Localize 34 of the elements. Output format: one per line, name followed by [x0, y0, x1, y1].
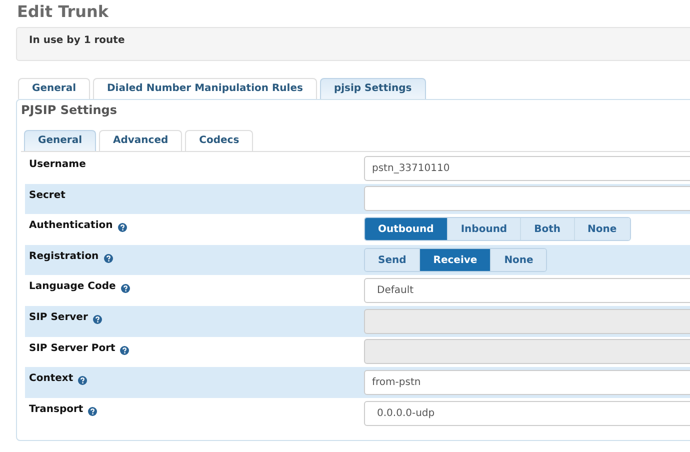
field-label: Transport	[29, 404, 84, 415]
help-icon[interactable]	[88, 406, 98, 416]
toggle-option[interactable]: Inbound	[446, 218, 520, 240]
dropdown[interactable]: 0.0.0.0-udp	[364, 400, 690, 426]
text-field[interactable]: pstn_33710110	[364, 156, 690, 181]
field-label: Language Code	[29, 281, 116, 292]
text-field[interactable]: from-pstn	[364, 370, 690, 395]
field-label: Authentication	[29, 220, 113, 232]
help-icon[interactable]	[104, 254, 113, 263]
field-label: SIP Server	[29, 312, 88, 323]
text-field[interactable]	[364, 186, 690, 212]
info-message: In use by 1 route	[16, 27, 690, 61]
field-label: Context	[29, 373, 74, 384]
field-label: Secret	[29, 190, 66, 201]
field-label: SIP Server Port	[29, 342, 116, 354]
toggle-option[interactable]: Outbound	[365, 218, 447, 240]
toggle-option[interactable]: None	[490, 249, 546, 272]
dropdown[interactable]: Default	[364, 278, 690, 304]
help-icon[interactable]	[120, 284, 130, 294]
field-label: Username	[29, 159, 86, 170]
subtab[interactable]: General	[24, 130, 96, 151]
subtab[interactable]: Advanced	[99, 130, 182, 151]
tab[interactable]: pjsip Settings	[320, 78, 426, 99]
subtab[interactable]: Codecs	[185, 130, 254, 151]
tab[interactable]: Dialed Number Manipulation Rules	[93, 78, 317, 99]
help-icon[interactable]	[118, 223, 127, 232]
field-label: Registration	[29, 250, 99, 262]
help-icon[interactable]	[78, 376, 88, 386]
section-title: PJSIP Settings	[21, 103, 118, 119]
toggle-option[interactable]: Both	[520, 218, 574, 240]
page-title: Edit Trunk	[16, 1, 110, 23]
tab[interactable]: General	[18, 78, 90, 99]
toggle-option[interactable]: Receive	[419, 249, 490, 272]
toggle-option[interactable]: None	[574, 218, 630, 240]
